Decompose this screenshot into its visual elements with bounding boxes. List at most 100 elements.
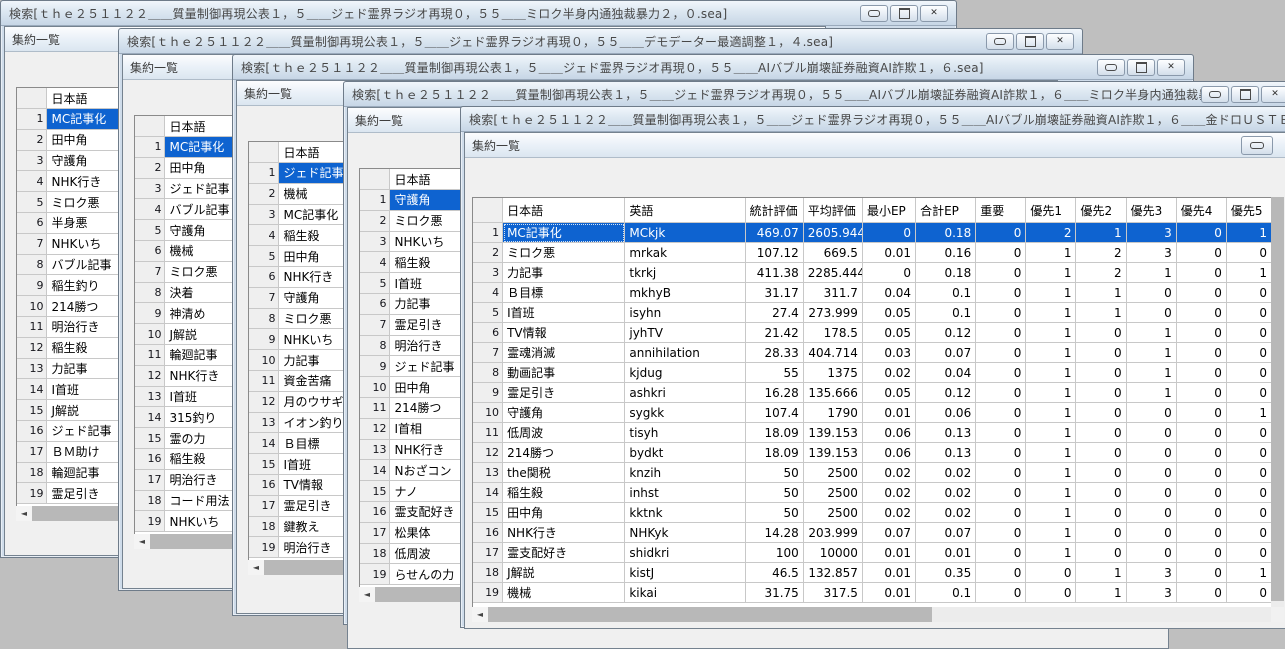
table-row[interactable]: 16 NHK行き NHKyk 14.28 203.999 0.07 0.07 0 1 0 0 0 0 <box>473 523 1272 543</box>
cell[interactable]: 411.38 <box>745 263 804 283</box>
cell[interactable]: 0 <box>1076 423 1127 443</box>
cell[interactable]: 1 <box>1026 403 1077 423</box>
cell[interactable]: 0 <box>976 583 1027 603</box>
cell[interactable]: 311.7 <box>803 283 863 303</box>
cell[interactable]: kktnk <box>625 503 746 523</box>
cell[interactable]: 0 <box>1226 543 1272 563</box>
cell[interactable]: NHK行き <box>503 523 626 543</box>
cell[interactable]: bydkt <box>625 443 746 463</box>
cell[interactable]: 0.01 <box>862 243 917 263</box>
cell[interactable]: 0 <box>1176 263 1227 283</box>
cell[interactable]: 0.06 <box>862 443 917 463</box>
cell[interactable]: 1 <box>1226 223 1272 243</box>
cell[interactable]: 稲生殺 <box>503 483 626 503</box>
cell[interactable]: 0 <box>1176 583 1227 603</box>
cell[interactable]: 0.16 <box>916 243 977 263</box>
scroll-left-icon[interactable]: ◄ <box>16 506 32 521</box>
cell[interactable]: 0.01 <box>862 583 917 603</box>
title-bar[interactable]: 検索[ｔｈｅ２５１１２２＿＿質量制御再現公表１，５＿＿ジェド霊界ラジオ再現０，５… <box>344 82 1285 107</box>
cell[interactable]: 1 <box>1026 363 1077 383</box>
cell[interactable]: 0 <box>976 283 1027 303</box>
column-header[interactable]: 合計EP <box>916 198 977 223</box>
cell[interactable]: 1 <box>1076 223 1127 243</box>
cell[interactable]: 1 <box>1026 523 1077 543</box>
cell[interactable]: 1790 <box>803 403 863 423</box>
cell[interactable]: 27.4 <box>745 303 804 323</box>
cell[interactable]: 132.857 <box>803 563 863 583</box>
scroll-left-icon[interactable]: ◄ <box>134 534 150 549</box>
cell[interactable]: 203.999 <box>803 523 863 543</box>
cell[interactable]: 0.05 <box>862 383 917 403</box>
column-header[interactable]: 平均評価 <box>803 198 863 223</box>
cell[interactable]: 0 <box>1076 443 1127 463</box>
cell[interactable]: knzih <box>625 463 746 483</box>
cell[interactable]: 1 <box>1026 443 1077 463</box>
cell[interactable]: 50 <box>745 483 804 503</box>
cell[interactable]: 0 <box>976 323 1027 343</box>
cell[interactable]: 0 <box>1226 523 1272 543</box>
cell[interactable]: 55 <box>745 363 804 383</box>
cell[interactable]: 0.1 <box>916 583 977 603</box>
cell[interactable]: 0 <box>1126 463 1177 483</box>
cell[interactable]: 1 <box>1126 383 1177 403</box>
cell[interactable]: 178.5 <box>803 323 863 343</box>
cell[interactable]: 1 <box>1026 343 1077 363</box>
cell[interactable]: 1 <box>1026 383 1077 403</box>
cell[interactable]: 0.01 <box>862 563 917 583</box>
cell[interactable]: 3 <box>1126 563 1177 583</box>
cell[interactable]: 機械 <box>503 583 626 603</box>
column-header[interactable]: 優先5 <box>1226 198 1272 223</box>
cell[interactable]: 0 <box>1076 323 1127 343</box>
cell[interactable]: 0 <box>1126 403 1177 423</box>
cell[interactable]: tkrkj <box>625 263 746 283</box>
scroll-left-icon[interactable]: ◄ <box>248 560 264 575</box>
cell[interactable]: 1 <box>1126 343 1177 363</box>
cell[interactable]: 0 <box>1126 523 1177 543</box>
column-header[interactable]: 統計評価 <box>745 198 804 223</box>
close-button[interactable]: ✕ <box>1261 86 1285 103</box>
cell[interactable]: 0.05 <box>862 303 917 323</box>
cell[interactable]: 0.12 <box>916 323 977 343</box>
summary-table[interactable]: 日本語 英語 統計評価 平均評価 最小EP 合計EP 重要 優先1 優先2 優先3 優先4 優先5 1 M… <box>472 197 1273 609</box>
cell[interactable]: 0.01 <box>916 543 977 563</box>
cell[interactable]: 0.07 <box>862 523 917 543</box>
cell[interactable]: 0 <box>1176 363 1227 383</box>
cell[interactable]: 0.04 <box>916 363 977 383</box>
cell[interactable]: Ｂ目標 <box>503 283 626 303</box>
maximize-button[interactable] <box>1016 33 1044 50</box>
table-row[interactable]: 9 霊足引き ashkri 16.28 135.666 0.05 0.12 0 1 0 1 0 0 <box>473 383 1272 403</box>
cell[interactable]: 50 <box>745 503 804 523</box>
table-row[interactable]: 5 I首班 isyhn 27.4 273.999 0.05 0.1 0 1 1 0 0 0 <box>473 303 1272 323</box>
maximize-button[interactable] <box>1127 59 1155 76</box>
column-header[interactable]: 優先2 <box>1076 198 1127 223</box>
table-row[interactable]: 13 the関税 knzih 50 2500 0.02 0.02 0 1 0 0 0 0 <box>473 463 1272 483</box>
column-header[interactable]: 英語 <box>625 198 746 223</box>
column-header[interactable]: 優先1 <box>1026 198 1077 223</box>
cell[interactable]: 0 <box>1226 283 1272 303</box>
table-row[interactable]: 2 ミロク悪 mrkak 107.12 669.5 0.01 0.16 0 1 2 3 0 0 <box>473 243 1272 263</box>
close-button[interactable]: ✕ <box>920 5 948 22</box>
cell[interactable]: jyhTV <box>625 323 746 343</box>
cell[interactable]: 0 <box>1076 343 1127 363</box>
cell[interactable]: 0.02 <box>862 483 917 503</box>
maximize-button[interactable] <box>1231 86 1259 103</box>
cell[interactable]: J解説 <box>503 563 626 583</box>
cell[interactable]: 0 <box>1176 283 1227 303</box>
cell[interactable]: 0 <box>976 563 1027 583</box>
cell[interactable]: 霊魂消滅 <box>503 343 626 363</box>
cell[interactable]: 214勝つ <box>503 443 626 463</box>
cell[interactable]: shidkri <box>625 543 746 563</box>
table-row[interactable]: 10 守護角 sygkk 107.4 1790 0.01 0.06 0 1 0 0 0 1 <box>473 403 1272 423</box>
scroll-left-icon[interactable]: ◄ <box>472 607 488 622</box>
cell[interactable]: 3 <box>1126 223 1177 243</box>
cell[interactable]: 28.33 <box>745 343 804 363</box>
cell[interactable]: 317.5 <box>803 583 863 603</box>
cell[interactable]: 404.714 <box>803 343 863 363</box>
cell[interactable]: 2285.444 <box>803 263 863 283</box>
cell[interactable]: 107.12 <box>745 243 804 263</box>
cell[interactable]: 10000 <box>803 543 863 563</box>
cell[interactable]: mrkak <box>625 243 746 263</box>
cell[interactable]: 0 <box>1076 363 1127 383</box>
title-bar[interactable]: 検索[ｔｈｅ２５１１２２＿＿質量制御再現公表１，５＿＿ジェド霊界ラジオ再現０，５… <box>233 55 1193 80</box>
close-button[interactable]: ✕ <box>1046 33 1074 50</box>
